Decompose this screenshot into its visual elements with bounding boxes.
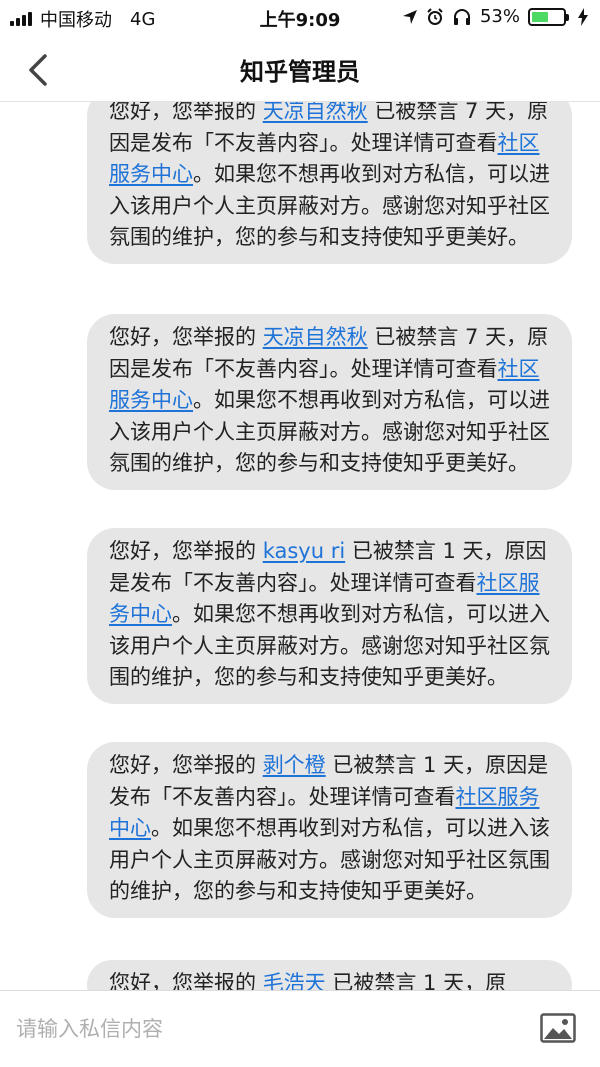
image-button[interactable] [540,1013,576,1043]
message-text: 您好，您举报的 [109,325,263,349]
message-text: 您好，您举报的 [109,539,263,563]
reported-user-link[interactable]: 天凉自然秋 [263,325,368,349]
message-text: 。如果您不想再收到对方私信，可以进入该用户个人主页屏蔽对方。感谢您对知乎社区氛围… [109,602,550,689]
charging-icon [578,7,588,26]
location-icon [402,9,417,24]
status-bar-right: 53% [402,6,588,27]
nav-bar: 知乎管理员 [0,36,600,102]
signal-icon [10,12,32,26]
message-text: 。如果您不想再收到对方私信，可以进入该用户个人主页屏蔽对方。感谢您对知乎社区氛围… [109,816,550,903]
reported-user-link[interactable]: 毛浩天 [263,971,326,990]
reported-user-link[interactable]: 天凉自然秋 [263,102,368,123]
message-bubble: 您好，您举报的 毛浩天 已被禁言 1 天，原 [87,960,572,990]
network-type: 4G [130,8,156,30]
message-bubble: 您好，您举报的 剥个橙 已被禁言 1 天，原因是发布「不友善内容」。处理详情可查… [87,742,572,918]
battery-percent: 53% [479,6,520,27]
message-bubble: 您好，您举报的 kasyu ri 已被禁言 1 天，原因是发布「不友善内容」。处… [87,528,572,704]
message-input[interactable] [16,1007,496,1051]
message-bubble: 您好，您举报的 天凉自然秋 已被禁言 7 天，原因是发布「不友善内容」。处理详情… [87,102,572,264]
message-text: 您好，您举报的 [109,102,263,123]
battery-level [532,11,548,22]
status-bar: 中国移动 4G 上午9:09 53% [0,0,600,36]
reported-user-link[interactable]: kasyu ri [263,539,345,563]
message-text: 您好，您举报的 [109,753,263,777]
battery-icon [528,7,569,26]
page-title: 知乎管理员 [240,58,360,86]
carrier-name: 中国移动 [40,10,112,31]
message-bubble: 您好，您举报的 天凉自然秋 已被禁言 7 天，原因是发布「不友善内容」。处理详情… [87,314,572,490]
message-list[interactable]: 您好，您举报的 天凉自然秋 已被禁言 7 天，原因是发布「不友善内容」。处理详情… [0,102,600,990]
status-bar-left: 中国移动 4G [10,6,155,32]
input-bar [0,990,600,1067]
image-icon [540,1013,576,1043]
message-text: 已被禁言 1 天，原 [325,971,507,990]
headphones-icon [453,8,470,25]
message-text: 您好，您举报的 [109,971,263,990]
alarm-icon [427,7,443,25]
reported-user-link[interactable]: 剥个橙 [263,753,326,777]
